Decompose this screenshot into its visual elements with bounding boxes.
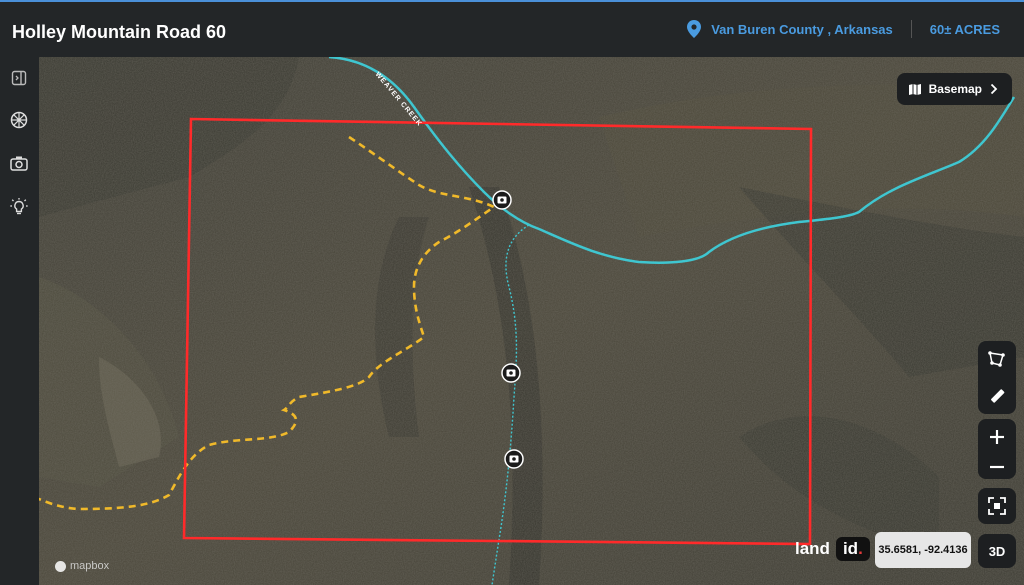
location-text: Van Buren County , Arkansas — [711, 21, 893, 37]
landid-logo: land id. — [795, 537, 870, 561]
photo-marker-camera-icon[interactable] — [501, 363, 521, 383]
draw-tools-group — [978, 341, 1016, 414]
photo-marker-camera-icon[interactable] — [504, 449, 524, 469]
fit-bounds-group — [978, 488, 1016, 524]
location-pin-icon — [687, 20, 702, 38]
compass-wheel-icon[interactable] — [8, 109, 30, 131]
toggle-3d-button[interactable]: 3D — [978, 534, 1016, 568]
page-title: Holley Mountain Road 60 — [12, 22, 227, 42]
logo-text-land: land — [795, 539, 830, 558]
app-header: Holley Mountain Road 60 Van Buren County… — [0, 0, 1024, 57]
lightbulb-icon[interactable] — [8, 196, 30, 218]
satellite-imagery — [39, 57, 1024, 585]
fit-bounds-icon[interactable] — [988, 497, 1006, 515]
chevron-right-icon — [990, 83, 998, 95]
acreage-text: 60± ACRES — [929, 21, 1000, 37]
header-divider — [910, 20, 912, 38]
map-layers-icon — [908, 83, 921, 95]
panel-collapse-icon[interactable] — [8, 67, 30, 89]
zoom-in-icon[interactable] — [989, 429, 1005, 445]
photo-marker-camera-icon[interactable] — [492, 190, 512, 210]
basemap-button[interactable]: Basemap — [896, 73, 1012, 105]
coordinates-readout: 35.6581, -92.4136 — [875, 532, 971, 568]
mapbox-attribution: mapbox — [55, 560, 109, 572]
mapbox-logo-icon — [55, 560, 66, 572]
polygon-draw-icon[interactable] — [987, 350, 1007, 368]
basemap-label: Basemap — [928, 82, 982, 96]
header-meta: Van Buren County , Arkansas 60± ACRES — [687, 20, 1000, 38]
logo-badge: id. — [835, 537, 870, 561]
zoom-out-icon[interactable] — [989, 465, 1005, 469]
logo-dot: . — [858, 539, 863, 558]
zoom-controls — [978, 419, 1016, 479]
map-canvas[interactable]: WEAVER CREEK Basemap land id. 35.6581, -… — [39, 57, 1024, 585]
logo-text-id: id — [842, 539, 859, 558]
ruler-measure-icon[interactable] — [988, 387, 1006, 405]
camera-icon[interactable] — [8, 152, 30, 174]
left-toolbar — [0, 57, 39, 585]
mapbox-label: mapbox — [70, 560, 110, 572]
